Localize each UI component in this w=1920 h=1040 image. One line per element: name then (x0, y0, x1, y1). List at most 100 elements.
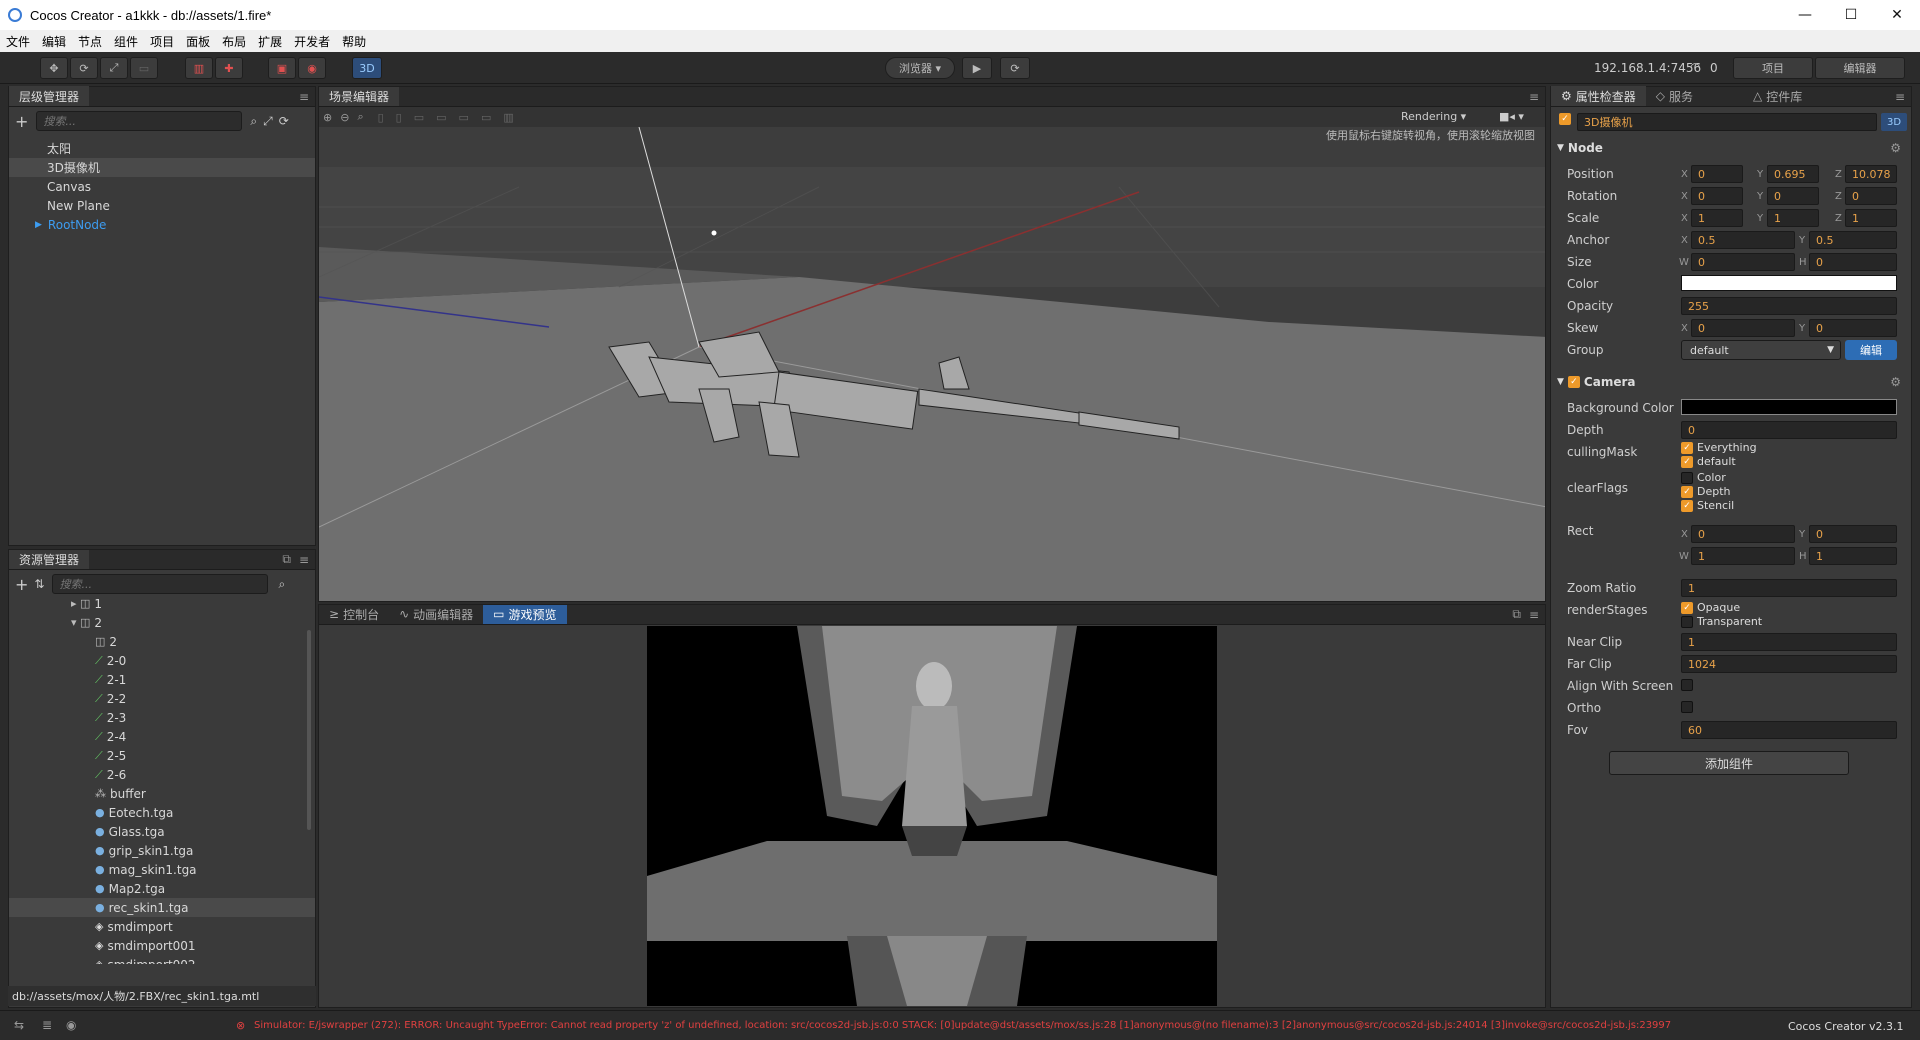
checkbox-unchecked[interactable] (1681, 471, 1693, 484)
asset-item[interactable]: ▸ ◫ 1 (9, 594, 315, 613)
hierarchy-search-input[interactable]: 搜索... (36, 111, 243, 131)
menu-icon[interactable]: ≡ (1895, 90, 1905, 104)
near-clip-input[interactable]: 1 (1681, 633, 1897, 651)
mode-3d-button[interactable]: 3D (352, 57, 382, 79)
zoom-out-icon[interactable]: ⊖ (340, 111, 349, 124)
project-button[interactable]: 项目 (1733, 57, 1813, 79)
fov-input[interactable]: 60 (1681, 721, 1897, 739)
zoom-reset-icon[interactable]: ⌕ (357, 110, 363, 124)
checkbox-checked[interactable]: ✓ (1681, 455, 1693, 468)
align-left-icon[interactable]: ▯ (378, 111, 384, 124)
rendering-select[interactable]: Rendering ▾ (1401, 110, 1466, 123)
skew-x-input[interactable]: 0 (1691, 319, 1795, 337)
menu-panel[interactable]: 面板 (186, 33, 210, 50)
popout-icon[interactable]: ⧉ (1512, 607, 1521, 622)
menu-file[interactable]: 文件 (6, 33, 30, 50)
camera-section-header[interactable]: ▼ ✓ Camera ⚙ (1551, 371, 1911, 393)
asset-item[interactable]: ⟋ 2-4 (9, 727, 315, 746)
scale-y-input[interactable]: 1 (1767, 209, 1819, 227)
group-edit-button[interactable]: 编辑 (1845, 340, 1897, 360)
assets-scrollbar[interactable] (307, 630, 311, 830)
menu-icon[interactable]: ≡ (299, 553, 309, 567)
depth-input[interactable]: 0 (1681, 421, 1897, 439)
db-icon[interactable]: ≣ (42, 1018, 52, 1032)
node-section-header[interactable]: ▼ Node ⚙ (1551, 137, 1911, 159)
asset-item[interactable]: ◈ smdimport (9, 917, 315, 936)
color-swatch[interactable] (1681, 275, 1897, 291)
camera-settings-icon[interactable]: ⚙ (1890, 375, 1901, 389)
camera-enabled-checkbox[interactable]: ✓ (1567, 376, 1580, 388)
align-screen-option[interactable] (1681, 679, 1697, 691)
menu-component[interactable]: 组件 (114, 33, 138, 50)
tree-item-3d-camera[interactable]: 3D摄像机 (9, 158, 315, 177)
stage-transparent-option[interactable]: Transparent (1681, 615, 1762, 628)
asset-item[interactable]: ⟋ 2-2 (9, 689, 315, 708)
position-z-input[interactable]: 10.078 (1845, 165, 1897, 183)
asset-item[interactable]: ● grip_skin1.tga (9, 841, 315, 860)
rotation-y-input[interactable]: 0 (1767, 187, 1819, 205)
bg-color-swatch[interactable] (1681, 399, 1897, 415)
asset-item[interactable]: ▾ ◫ 2 (9, 613, 315, 632)
checkbox-unchecked[interactable] (1681, 701, 1693, 713)
asset-item[interactable]: ◈ smdimport001 (9, 936, 315, 955)
ortho-option[interactable] (1681, 701, 1697, 713)
rotation-z-input[interactable]: 0 (1845, 187, 1897, 205)
checkbox-checked[interactable]: ✓ (1681, 441, 1693, 454)
far-clip-input[interactable]: 1024 (1681, 655, 1897, 673)
checkbox-unchecked[interactable] (1681, 615, 1693, 628)
minimize-button[interactable]: — (1782, 0, 1828, 30)
culling-everything-option[interactable]: ✓ Everything (1681, 441, 1757, 454)
error-message[interactable]: Simulator: E/jswrapper (272): ERROR: Unc… (254, 1020, 1774, 1031)
rotate-tool-icon[interactable]: ⟳ (70, 57, 98, 79)
align-bottom-icon[interactable]: ▭ (481, 111, 491, 124)
camera-icon[interactable]: ■◂ ▾ (1499, 110, 1524, 123)
search-icon[interactable]: ⌕ (278, 577, 285, 592)
checkbox-checked[interactable]: ✓ (1681, 485, 1693, 498)
asset-item[interactable]: ● rec_skin1.tga (9, 898, 315, 917)
culling-default-option[interactable]: ✓ default (1681, 455, 1736, 468)
node-active-checkbox[interactable]: ✓ (1559, 113, 1571, 125)
tab-game-preview[interactable]: ▭ 游戏预览 (483, 605, 567, 624)
tab-console[interactable]: ≥ 控制台 (319, 605, 389, 624)
menu-developer[interactable]: 开发者 (294, 33, 330, 50)
clearflag-color-option[interactable]: Color (1681, 471, 1726, 484)
menu-help[interactable]: 帮助 (342, 33, 366, 50)
search-icon[interactable]: ⌕ (250, 114, 257, 129)
browser-select[interactable]: 浏览器 ▾ (885, 57, 955, 79)
asset-item[interactable]: ● Eotech.tga (9, 803, 315, 822)
scene-viewport[interactable]: 使用鼠标右键旋转视角，使用滚轮缩放视图 (319, 127, 1546, 602)
tree-item-new-plane[interactable]: New Plane (47, 196, 315, 215)
scale-tool-icon[interactable]: ⤢ (100, 57, 128, 79)
menu-project[interactable]: 项目 (150, 33, 174, 50)
rect-h-input[interactable]: 1 (1809, 547, 1897, 565)
maximize-button[interactable]: ☐ (1828, 0, 1874, 30)
add-component-button[interactable]: 添加组件 (1609, 751, 1849, 775)
popout-icon[interactable]: ⧉ (282, 552, 291, 567)
clearflag-depth-option[interactable]: ✓ Depth (1681, 485, 1731, 498)
position-x-input[interactable]: 0 (1691, 165, 1743, 183)
asset-item[interactable]: ● Glass.tga (9, 822, 315, 841)
opacity-input[interactable]: 255 (1681, 297, 1897, 315)
refresh-icon[interactable]: ⟳ (1000, 57, 1030, 79)
menu-node[interactable]: 节点 (78, 33, 102, 50)
pivot-icon[interactable]: ▥ (185, 57, 213, 79)
expand-arrow-icon[interactable]: ▶ (35, 220, 42, 230)
asset-item[interactable]: ⟋ 2-6 (9, 765, 315, 784)
clearflag-stencil-option[interactable]: ✓ Stencil (1681, 499, 1734, 512)
distribute-icon[interactable]: ▥ (503, 111, 513, 124)
asset-item[interactable]: ⟋ 2-0 (9, 651, 315, 670)
node-name-input[interactable]: 3D摄像机 (1577, 113, 1877, 131)
rect-tool-icon[interactable]: ▭ (130, 57, 158, 79)
refresh-icon[interactable]: ⟳ (279, 114, 289, 128)
asset-item[interactable]: ⟋ 2-3 (9, 708, 315, 727)
tab-scene[interactable]: 场景编辑器 (319, 87, 400, 106)
expand-icon[interactable]: ⤢ (263, 114, 273, 129)
align-center-icon[interactable]: ▯ (396, 111, 402, 124)
tree-item-canvas[interactable]: Canvas (47, 177, 315, 196)
asset-item[interactable]: ⟋ 2-1 (9, 670, 315, 689)
position-y-input[interactable]: 0.695 (1767, 165, 1819, 183)
add-icon[interactable]: + (15, 112, 28, 131)
asset-item[interactable]: ● Map2.tga (9, 879, 315, 898)
rect-w-input[interactable]: 1 (1691, 547, 1795, 565)
scale-x-input[interactable]: 1 (1691, 209, 1743, 227)
